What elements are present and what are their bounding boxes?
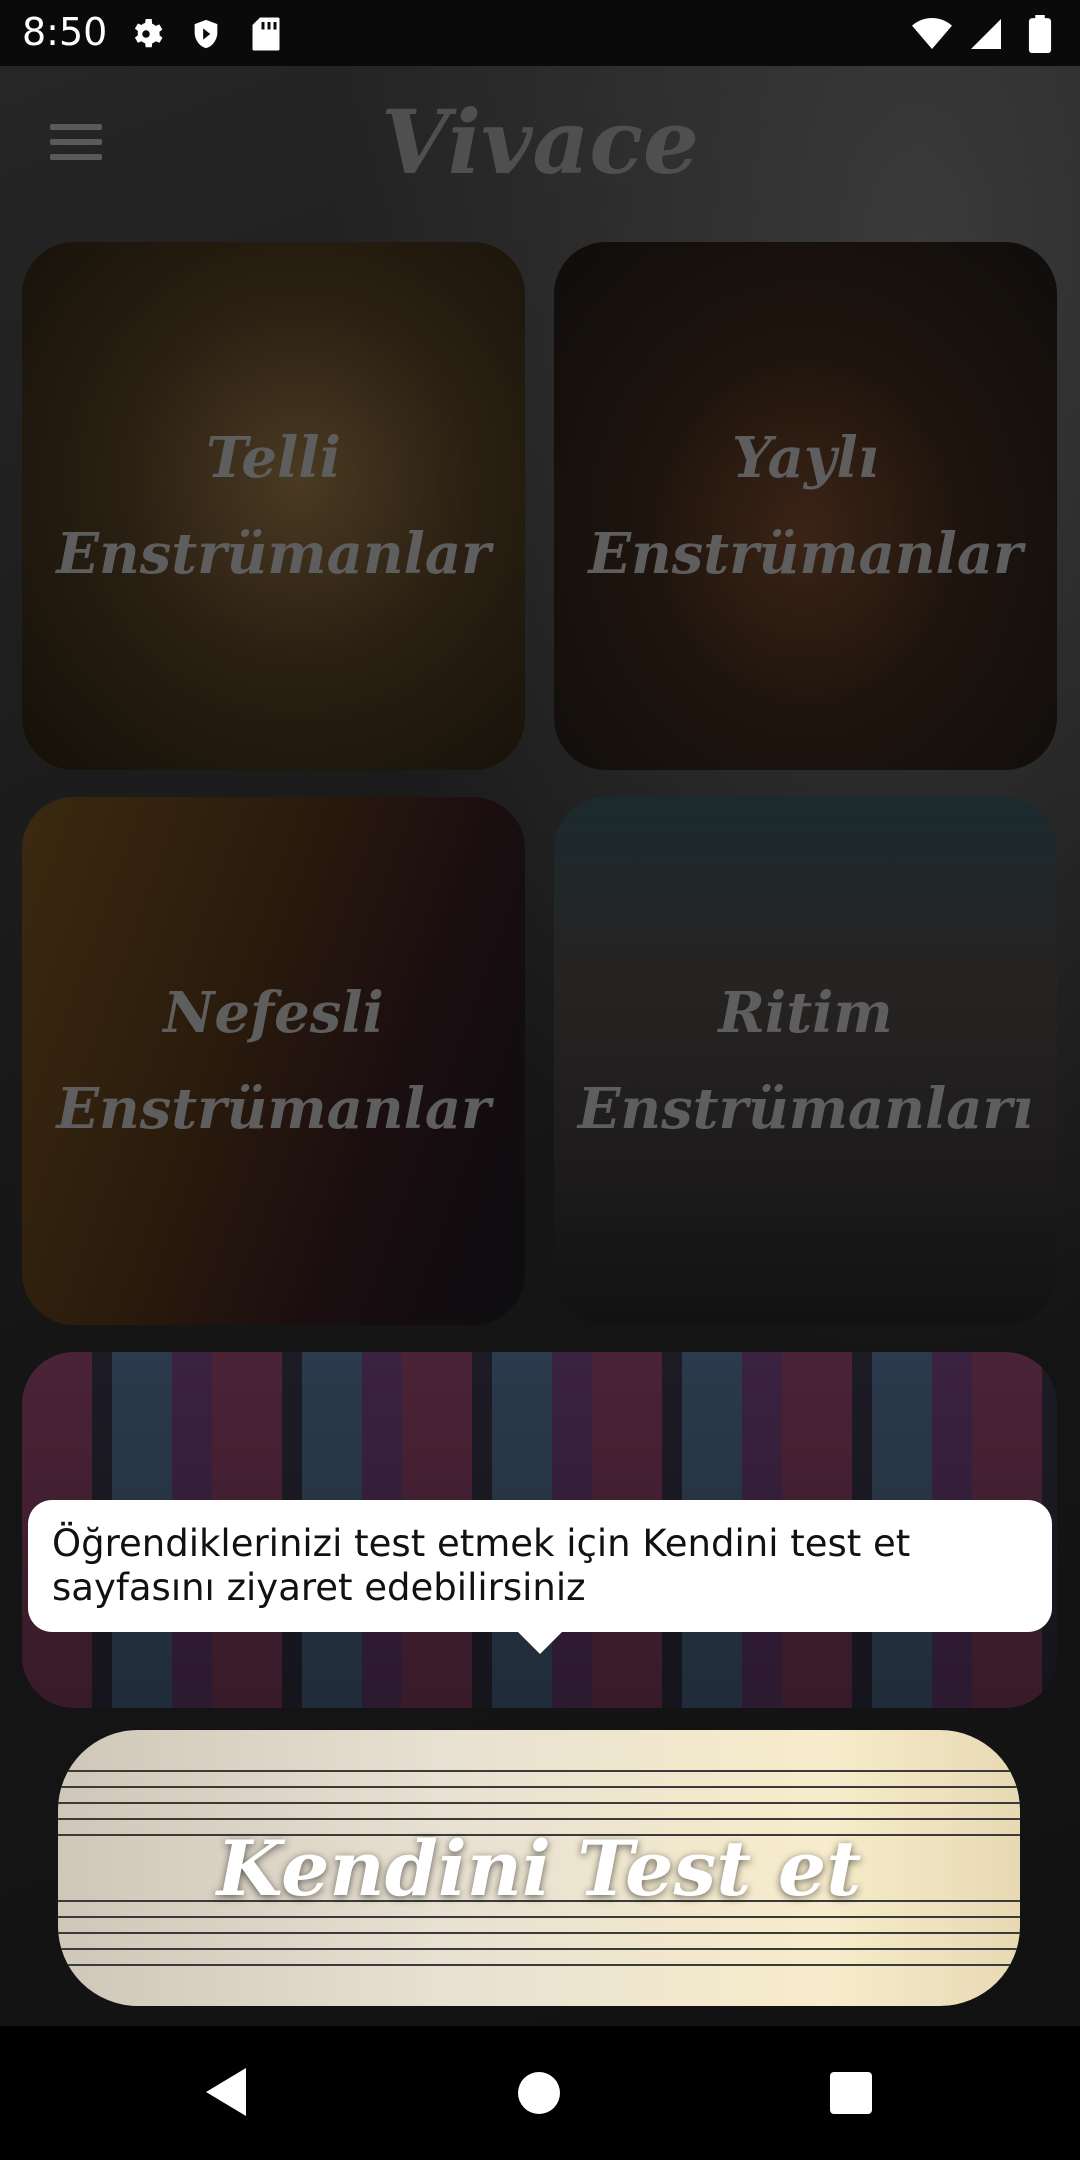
category-card-bowed[interactable]: Yaylı Enstrümanlar [554, 242, 1057, 770]
recents-square-icon[interactable] [830, 2072, 872, 2114]
category-label-wind: Nefesli Enstrümanlar [56, 980, 491, 1142]
category-card-wind[interactable]: Nefesli Enstrümanlar [22, 797, 525, 1325]
wifi-icon [912, 14, 952, 54]
app-title: Vivace [381, 90, 699, 194]
status-icons-right [912, 14, 1060, 54]
status-bar: 8:50 [0, 0, 1080, 66]
category-label-strings: Telli Enstrümanlar [56, 425, 491, 587]
category-card-strings[interactable]: Telli Enstrümanlar [22, 242, 525, 770]
category-card-rhythm[interactable]: Ritim Enstrümanları [554, 797, 1057, 1325]
home-circle-icon[interactable] [518, 2072, 560, 2114]
gear-icon [126, 14, 166, 54]
back-triangle-icon[interactable] [206, 2068, 246, 2116]
tooltip-arrow [516, 1630, 564, 1654]
shield-icon [186, 14, 226, 54]
sd-card-icon [246, 14, 286, 54]
status-icons-left [126, 14, 286, 54]
hint-tooltip[interactable]: Öğrendiklerinizi test etmek için Kendini… [28, 1500, 1052, 1632]
status-time: 8:50 [22, 10, 108, 54]
self-test-button[interactable]: Kendini Test et [58, 1730, 1020, 2006]
battery-icon [1020, 14, 1060, 54]
category-label-bowed: Yaylı Enstrümanlar [588, 425, 1023, 587]
category-label-rhythm: Ritim Enstrümanları [577, 980, 1034, 1142]
hint-tooltip-text: Öğrendiklerinizi test etmek için Kendini… [52, 1522, 911, 1609]
signal-icon [966, 14, 1006, 54]
self-test-label: Kendini Test et [216, 1823, 862, 1913]
